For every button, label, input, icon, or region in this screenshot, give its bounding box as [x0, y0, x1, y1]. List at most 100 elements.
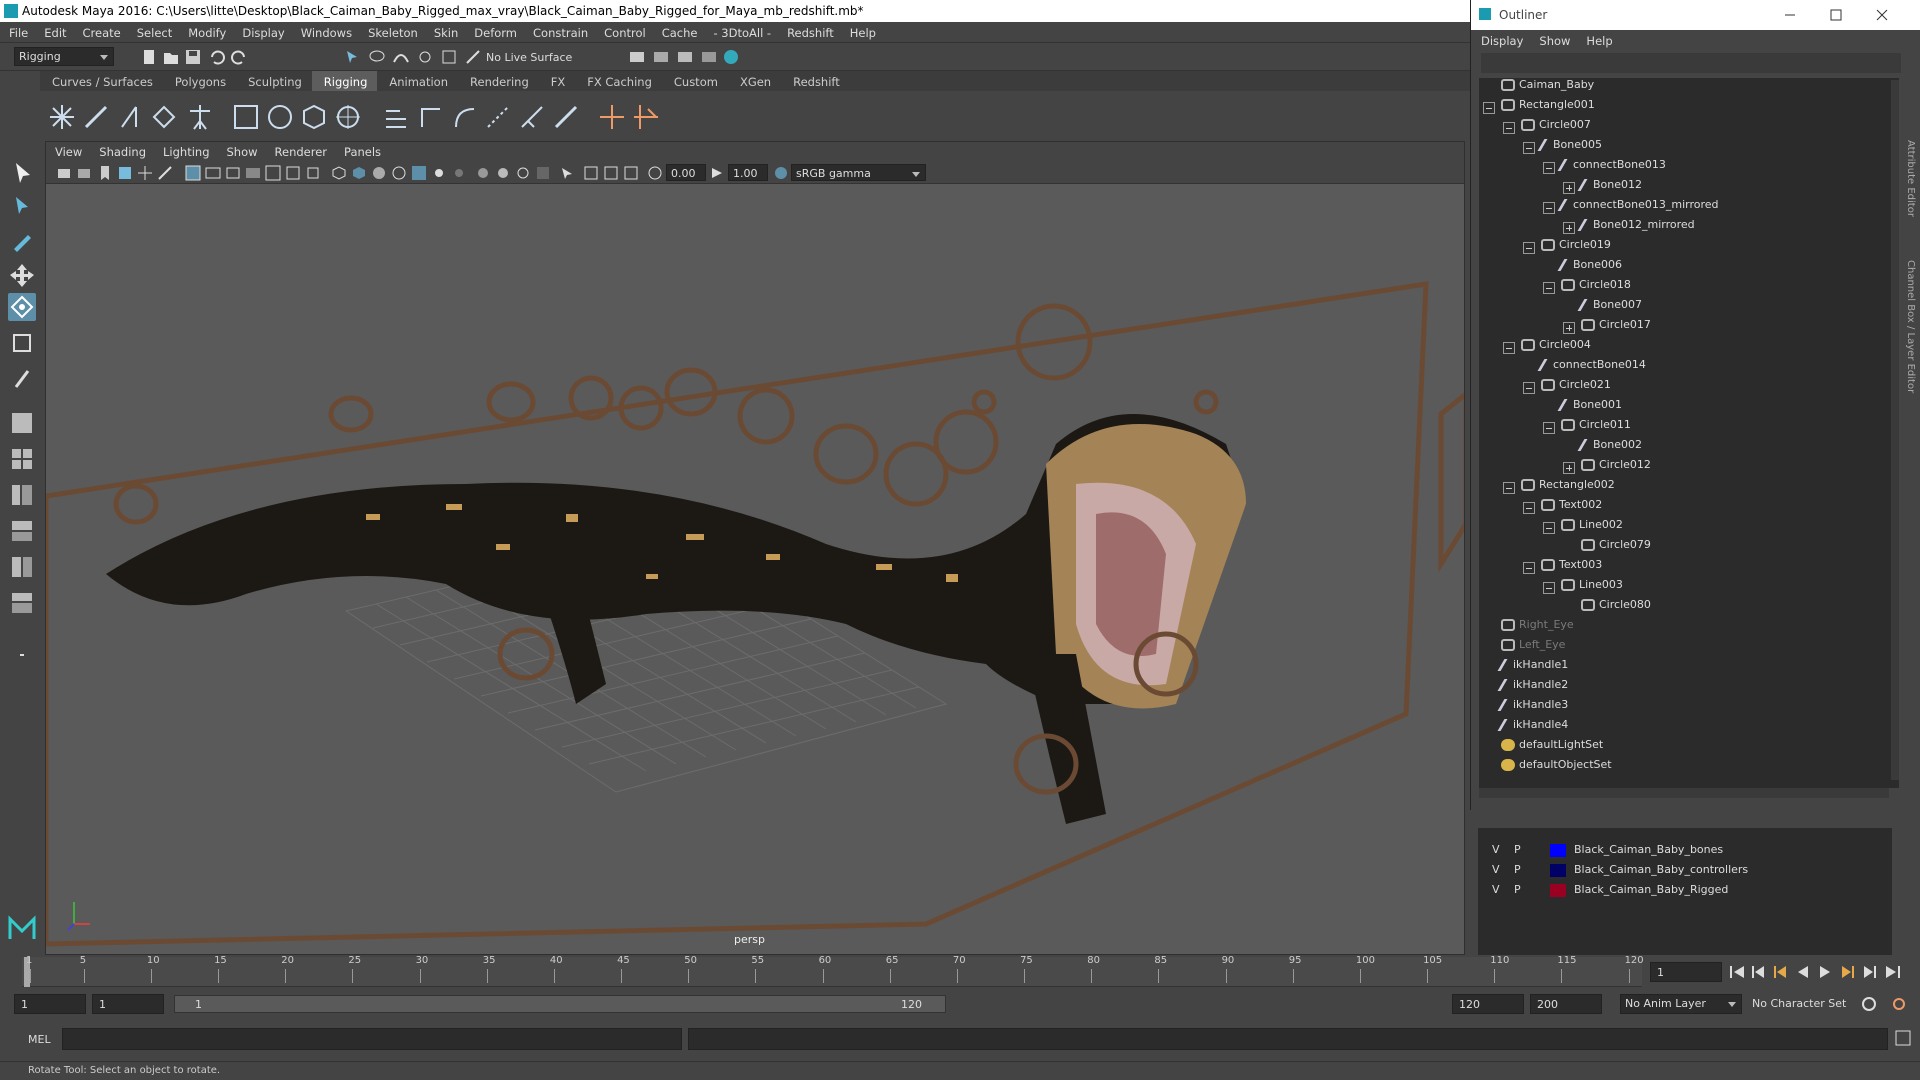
layer-name[interactable]: Black_Caiman_Baby_Rigged [1574, 883, 1728, 896]
point-constraint-icon[interactable] [448, 101, 480, 133]
undo-icon[interactable] [208, 48, 226, 66]
viewport-menu-panels[interactable]: Panels [335, 142, 389, 159]
four-view-layout-icon[interactable] [8, 445, 36, 473]
ik-spline-icon[interactable] [414, 101, 446, 133]
graph-layout-icon[interactable] [8, 517, 36, 545]
wireframe-on-shaded-icon[interactable] [390, 164, 408, 182]
menu-display[interactable]: Display [233, 22, 291, 40]
rotate-tool-active[interactable] [8, 293, 36, 321]
select-hierarchy-icon[interactable] [344, 48, 362, 66]
safe-action-icon[interactable] [284, 164, 302, 182]
quick-rig-icon[interactable] [184, 101, 216, 133]
outliner-scrollbar[interactable] [1891, 80, 1899, 780]
lasso-tool-icon[interactable] [8, 193, 36, 221]
collapse-icon[interactable] [1523, 562, 1535, 574]
isolate-select-icon[interactable] [558, 164, 576, 182]
outliner-node[interactable]: Circle079 [1581, 538, 1651, 558]
screen-space-ao-icon[interactable] [474, 164, 492, 182]
menu-skin[interactable]: Skin [425, 22, 465, 40]
cluster-icon[interactable] [332, 101, 364, 133]
collapse-icon[interactable] [1523, 502, 1535, 514]
perspective-viewport[interactable]: View Shading Lighting Show Renderer Panels 0.… [45, 141, 1465, 955]
layer-playback-toggle[interactable]: P [1514, 863, 1521, 876]
view-transform-dropdown[interactable]: sRGB gamma [791, 164, 926, 181]
exposure-field[interactable]: 0.00 [666, 164, 706, 181]
outliner-node[interactable]: ikHandle1 [1497, 658, 1568, 678]
lattice-icon[interactable] [298, 101, 330, 133]
layer-playback-toggle[interactable]: P [1514, 843, 1521, 856]
snap-curve-icon[interactable] [392, 48, 410, 66]
collapse-icon[interactable] [1543, 522, 1555, 534]
film-gate-icon[interactable] [204, 164, 222, 182]
outliner-node[interactable]: Circle017 [1563, 318, 1651, 338]
last-tool-icon[interactable] [8, 365, 36, 393]
tab-curves-surfaces[interactable]: Curves / Surfaces [40, 71, 163, 91]
layer-visibility-toggle[interactable]: V [1492, 863, 1500, 876]
snap-view-icon[interactable] [440, 48, 458, 66]
resolution-gate-icon[interactable] [224, 164, 242, 182]
parent-constraint-icon[interactable] [516, 101, 548, 133]
tab-animation[interactable]: Animation [377, 71, 458, 91]
open-scene-icon[interactable] [162, 48, 180, 66]
outliner-node[interactable]: Left_Eye [1501, 638, 1565, 658]
safe-title-icon[interactable] [304, 164, 322, 182]
outliner-node[interactable]: ikHandle3 [1497, 698, 1568, 718]
layout-options-icon[interactable] [8, 641, 36, 669]
outliner-node[interactable]: Bone001 [1557, 398, 1622, 418]
tab-rendering[interactable]: Rendering [458, 71, 539, 91]
motion-blur-icon[interactable] [494, 164, 512, 182]
outliner-node[interactable]: Caiman_Baby [1501, 78, 1594, 98]
hypershade-icon[interactable] [722, 48, 740, 66]
tab-xgen[interactable]: XGen [728, 71, 781, 91]
close-icon[interactable] [1875, 8, 1889, 22]
expand-icon[interactable] [1563, 222, 1575, 234]
layer-visibility-toggle[interactable]: V [1492, 883, 1500, 896]
menu-set-dropdown[interactable]: Rigging [14, 47, 114, 66]
display-layer-row[interactable]: V P Black_Caiman_Baby_controllers [1478, 860, 1892, 880]
playback-end-field[interactable]: 120 [1452, 994, 1524, 1014]
wireframe-icon[interactable] [330, 164, 348, 182]
layer-name[interactable]: Black_Caiman_Baby_bones [1574, 843, 1723, 856]
outliner-node[interactable]: Line002 [1543, 518, 1623, 538]
insert-joint-icon[interactable] [80, 101, 112, 133]
command-input[interactable] [62, 1028, 682, 1050]
smooth-shade-icon[interactable] [350, 164, 368, 182]
create-joints-icon[interactable] [46, 101, 78, 133]
outliner-menu-help[interactable]: Help [1576, 30, 1618, 48]
camera-attributes-icon[interactable] [76, 164, 94, 182]
xray-components-icon[interactable] [622, 164, 640, 182]
menu-file[interactable]: File [0, 22, 35, 40]
outliner-node[interactable]: defaultObjectSet [1501, 758, 1612, 778]
outliner-menu-display[interactable]: Display [1471, 30, 1529, 48]
outliner-node[interactable]: defaultLightSet [1501, 738, 1603, 758]
single-perspective-layout-icon[interactable] [8, 409, 36, 437]
menu-select[interactable]: Select [128, 22, 179, 40]
collapse-icon[interactable] [1483, 102, 1495, 114]
maximize-icon[interactable] [1829, 8, 1843, 22]
lights-icon[interactable] [430, 164, 448, 182]
select-tool-icon[interactable] [8, 159, 36, 187]
render-settings-icon[interactable] [700, 48, 718, 66]
collapse-icon[interactable] [1503, 122, 1515, 134]
lasso-icon[interactable] [368, 48, 386, 66]
layer-visibility-toggle[interactable]: V [1492, 843, 1500, 856]
go-to-start-icon[interactable] [1730, 966, 1744, 978]
timeline-layout-icon[interactable] [8, 553, 36, 581]
outliner-node[interactable]: Bone012_mirrored [1563, 218, 1695, 238]
outliner-filter-field[interactable] [1481, 53, 1901, 73]
expand-icon[interactable] [1563, 322, 1575, 334]
display-layer-row[interactable]: V P Black_Caiman_Baby_bones [1478, 840, 1892, 860]
animation-start-field[interactable]: 1 [14, 994, 86, 1014]
outliner-node[interactable]: Circle004 [1503, 338, 1591, 358]
tab-custom[interactable]: Custom [662, 71, 728, 91]
current-frame-field[interactable]: 1 [1650, 962, 1722, 982]
outliner-node[interactable]: Circle011 [1543, 418, 1631, 438]
outliner-node[interactable]: Circle018 [1543, 278, 1631, 298]
outliner-layout-icon[interactable] [8, 589, 36, 617]
menu-edit[interactable]: Edit [35, 22, 73, 40]
collapse-icon[interactable] [1503, 342, 1515, 354]
gamma-field[interactable]: 1.00 [728, 164, 768, 181]
menu-help[interactable]: Help [841, 22, 883, 40]
outliner-node[interactable]: connectBone013 [1543, 158, 1666, 178]
snap-live-icon[interactable] [464, 48, 482, 66]
